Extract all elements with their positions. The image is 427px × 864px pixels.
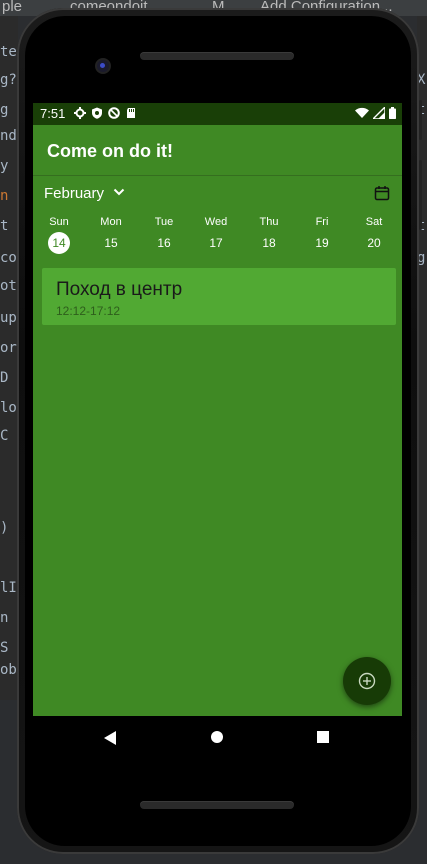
code-fragment: lI [0,580,17,596]
bottom-speaker [140,801,294,809]
code-fragment: n [0,188,9,204]
code-fragment: S [0,640,9,656]
week-strip: Sun 14 Mon 15 Tue 16 Wed 17 Thu 18 Fri 1… [33,215,402,255]
day-number[interactable]: 17 [205,232,227,254]
code-fragment: C [0,428,9,444]
power-button[interactable] [419,100,422,140]
day-cell[interactable]: Thu 18 [249,215,289,254]
day-cell[interactable]: Tue 16 [144,215,184,254]
day-name: Wed [204,216,228,228]
code-fragment: g? [0,72,17,88]
ide-editor-left: ter g? g nd y n t co ot up or D lo C ) l… [0,16,18,706]
day-name: Thu [259,216,279,228]
event-time: 12:12-17:12 [56,304,121,318]
day-cell[interactable]: Fri 19 [302,215,342,254]
sd-card-icon [127,108,135,118]
day-cell[interactable]: Mon 15 [91,215,131,254]
month-selector[interactable]: February [33,179,402,209]
code-fragment: ot [0,278,17,294]
code-fragment: ob [0,662,17,678]
add-circle-icon [358,672,376,690]
code-fragment: lo [0,400,17,416]
day-cell[interactable]: Sun 14 [39,215,79,254]
home-icon[interactable] [211,731,223,743]
signal-icon [373,107,385,119]
gear-icon [74,107,86,119]
android-nav-bar [33,716,402,760]
day-number[interactable]: 18 [258,232,280,254]
status-bar: 7:51 [33,103,402,125]
ide-tab[interactable]: ple [2,0,22,16]
recents-icon[interactable] [317,731,329,743]
event-title: Поход в центр [56,279,183,300]
battery-icon [389,107,396,119]
code-fragment: nd [0,128,17,144]
month-label[interactable]: February [44,185,104,202]
code-fragment: co [0,250,17,266]
add-event-fab[interactable] [343,657,391,705]
day-number[interactable]: 15 [100,232,122,254]
day-cell[interactable]: Wed 17 [196,215,236,254]
code-fragment: t [0,218,9,234]
code-fragment: D [0,370,9,386]
day-name: Tue [154,216,174,228]
data-saver-icon [108,107,120,119]
code-fragment: y [0,158,9,174]
status-time: 7:51 [40,106,66,121]
app-title: Come on do it! [47,141,173,161]
code-fragment: up [0,310,17,326]
code-fragment: g [0,102,9,118]
app-toolbar: Come on do it! [33,125,402,176]
code-fragment: ter [0,44,18,60]
day-number[interactable]: 14 [48,232,70,254]
day-number[interactable]: 20 [363,232,385,254]
event-card[interactable]: Поход в центр 12:12-17:12 [42,268,396,325]
code-fragment: or [0,340,17,356]
volume-button[interactable] [419,160,422,230]
code-fragment: ) [0,520,9,536]
code-fragment: n [0,610,9,626]
front-camera [97,60,109,72]
day-name: Sun [49,216,69,228]
day-name: Fri [315,216,329,228]
app-screen: 7:51 Come on do it! February Sun 14 Mon … [33,103,402,716]
day-number[interactable]: 19 [311,232,333,254]
calendar-icon[interactable] [374,185,390,201]
back-icon[interactable] [103,730,117,746]
day-name: Mon [100,216,122,228]
wifi-icon [355,107,369,118]
day-number[interactable]: 16 [153,232,175,254]
chevron-down-icon[interactable] [113,187,125,197]
day-name: Sat [365,216,383,228]
day-cell[interactable]: Sat 20 [354,215,394,254]
shield-icon [92,107,102,119]
top-speaker [140,52,294,60]
